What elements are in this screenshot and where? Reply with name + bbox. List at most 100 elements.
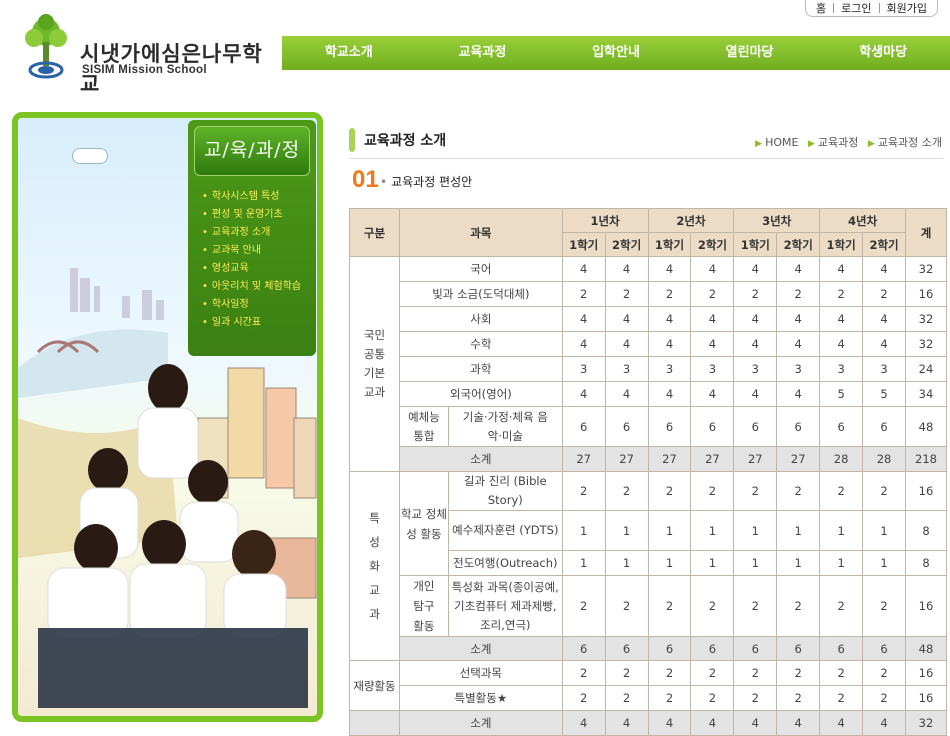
side-menu-item[interactable]: 교육과정 소개: [202, 224, 316, 242]
nav-item-about[interactable]: 학교소개: [282, 36, 416, 70]
group-label: 재량활동: [349, 660, 400, 711]
table-cell-value: 1: [862, 550, 906, 576]
side-menu-item[interactable]: 아웃리치 및 체험학습: [202, 278, 316, 296]
signup-link[interactable]: 회원가입: [887, 0, 927, 16]
table-cell-value: 2: [604, 575, 649, 637]
table-cell-value: 2: [819, 471, 864, 511]
nav-item-student[interactable]: 학생마당: [816, 36, 950, 70]
table-cell-value: 4: [733, 256, 778, 282]
side-menu-item[interactable]: 학사일정: [202, 296, 316, 314]
table-cell-value: 6: [862, 406, 906, 447]
table-cell-value: 2: [690, 281, 735, 307]
table-row: 국민 공통 기본 교과 국어 4 4 4 4 4 4 4 4 32: [349, 256, 948, 472]
table-cell-value: 16: [904, 685, 948, 711]
subject-name: 특별활동★: [398, 685, 563, 711]
nav-item-admission[interactable]: 입학안내: [549, 36, 683, 70]
cloud-icon: [72, 148, 108, 164]
table-cell-value: 2: [862, 471, 906, 511]
site-logo[interactable]: 시냇가에심은나무학교 SISIM Mission School: [16, 8, 281, 96]
subject-name: 외국어(영어): [398, 381, 563, 407]
side-menu-item[interactable]: 편성 및 운영기초: [202, 206, 316, 224]
arrow-icon: ▶: [755, 139, 763, 149]
table-cell-value: 2: [733, 660, 778, 686]
table-cell-value: 2: [819, 685, 864, 711]
table-cell-value: 2: [690, 660, 735, 686]
side-menu-item[interactable]: 교과목 안내: [202, 242, 316, 260]
subtotal-label: 소계: [398, 446, 563, 472]
header-year: 4년차: [819, 208, 906, 233]
table-cell-value: 6: [647, 636, 692, 661]
divider: [349, 158, 943, 159]
breadcrumb-item[interactable]: 교육과정: [818, 136, 858, 149]
table-cell-value: 4: [647, 381, 692, 407]
table-row: 예체능 통합 기술·가정·체육 음악·미술 6 6 6 6 6 6 6 6 48: [350, 406, 948, 447]
table-cell-value: 4: [604, 381, 649, 407]
table-row: 외국어(영어) 4 4 4 4 4 4 5 5 34: [350, 381, 948, 407]
table-cell-value: 6: [604, 636, 649, 661]
subtotal-label: 소계: [398, 636, 563, 661]
table-cell-value: 4: [647, 331, 692, 357]
table-cell-value: 4: [561, 331, 606, 357]
side-menu-item[interactable]: 일과 시간표: [202, 314, 316, 332]
table-cell-value: 6: [561, 406, 606, 447]
side-menu-item[interactable]: 학사시스템 특성: [202, 188, 316, 206]
table-cell-value: 2: [604, 471, 649, 511]
side-panel: 교/육/과/정 학사시스템 특성 편성 및 운영기초 교육과정 소개 교과목 안…: [12, 112, 323, 722]
table-cell-value: 27: [604, 446, 649, 472]
arrow-icon: ▶: [807, 139, 815, 149]
table-cell-value: 27: [776, 446, 821, 472]
header-total: 계: [904, 208, 948, 257]
table-cell-value: 4: [776, 256, 821, 282]
header-year: 1년차: [561, 208, 649, 233]
table-cell-value: 4: [862, 331, 906, 357]
table-cell-value: 6: [561, 636, 606, 661]
table-row: 과학 3 3 3 3 3 3 3 3 24: [350, 356, 948, 382]
table-cell-value: 2: [690, 575, 735, 637]
table-cell-value: 48: [904, 406, 948, 447]
table-cell-value: 2: [733, 685, 778, 711]
curriculum-table: 구분 과목 1년차 2년차 3년차 4년차 계 1학기 2학기 1학기 2학기 1학…: [349, 208, 948, 736]
table-cell-value: 2: [819, 281, 864, 307]
breadcrumb-home[interactable]: HOME: [765, 136, 798, 149]
table-cell-value: 5: [862, 381, 906, 407]
table-cell-value: 6: [776, 636, 821, 661]
side-menu-item[interactable]: 영성교육: [202, 260, 316, 278]
table-cell-value: 4: [862, 256, 906, 282]
table-cell-value: 48: [904, 636, 948, 661]
table-cell-value: 1: [561, 510, 606, 551]
table-cell-value: 2: [776, 471, 821, 511]
table-cell-value: 2: [733, 281, 778, 307]
table-cell-value: 5: [819, 381, 864, 407]
header-year: 2년차: [647, 208, 735, 233]
table-cell-value: 2: [819, 660, 864, 686]
table-cell-value: 27: [561, 446, 606, 472]
nav-item-open-board[interactable]: 열린마당: [683, 36, 817, 70]
table-cell-value: 2: [776, 660, 821, 686]
table-cell-value: 2: [733, 575, 778, 637]
nav-item-curriculum[interactable]: 교육과정: [416, 36, 550, 70]
header-semester: 2학기: [604, 232, 649, 257]
table-cell-value: 4: [819, 306, 864, 332]
header-semester: 1학기: [733, 232, 778, 257]
table-cell-value: 2: [690, 685, 735, 711]
table-cell-value: 3: [561, 356, 606, 382]
login-link[interactable]: 로그인: [841, 0, 871, 16]
table-cell-value: 32: [904, 256, 948, 282]
table-cell-value: 1: [690, 550, 735, 576]
table-cell-value: 1: [862, 510, 906, 551]
table-cell-value: 32: [904, 331, 948, 357]
table-cell-value: 2: [733, 471, 778, 511]
table-row: 재량활동 선택과목 2 2 2 2 2 2 2 2 16: [349, 660, 948, 711]
table-cell-value: 1: [819, 510, 864, 551]
title-accent-bar: [349, 128, 355, 152]
header-semester: 1학기: [561, 232, 606, 257]
table-cell-value: 2: [647, 575, 692, 637]
table-cell-value: 6: [690, 406, 735, 447]
table-cell-value: 2: [862, 660, 906, 686]
table-cell-value: 2: [647, 660, 692, 686]
breadcrumb: ▶ HOME ▶ 교육과정 ▶ 교육과정 소개: [749, 134, 942, 150]
table-cell-value: 4: [690, 331, 735, 357]
home-link[interactable]: 홈: [816, 0, 826, 16]
subject-name: 수학: [398, 331, 563, 357]
table-cell-value: 2: [604, 660, 649, 686]
